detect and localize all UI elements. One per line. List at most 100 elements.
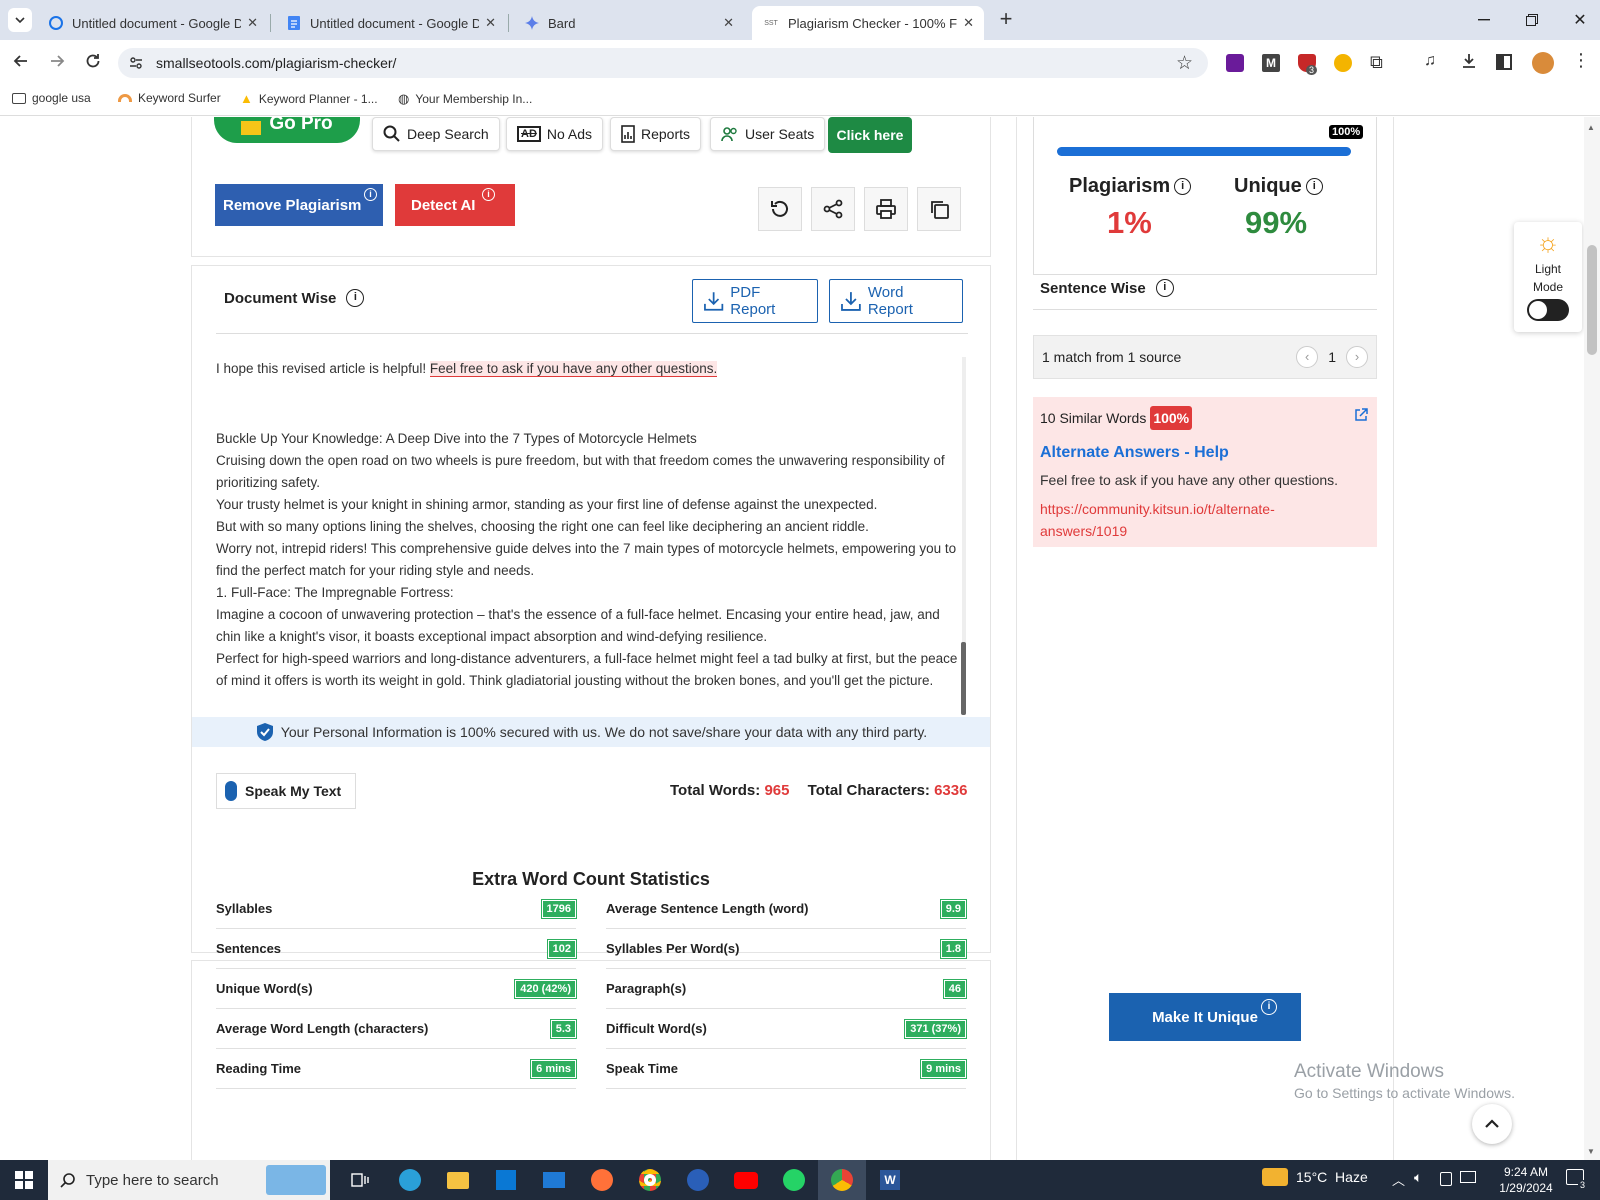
battery-icon[interactable] [1440,1172,1452,1186]
bookmark-label: Your Membership In... [415,92,533,106]
scroll-up-arrow-icon[interactable]: ▲ [1587,123,1595,132]
print-button[interactable] [864,187,908,231]
scroll-down-arrow-icon[interactable]: ▼ [1587,1147,1595,1156]
side-panel-icon[interactable] [1496,54,1512,70]
tab-title: Untitled document - Google Do [310,15,480,31]
remove-plagiarism-button[interactable]: Remove Plagiarism i [215,184,383,226]
reload-button[interactable] [84,52,106,74]
make-it-unique-button[interactable]: Make It Unique i [1109,993,1301,1041]
click-here-button[interactable]: Click here [828,117,912,153]
forward-button[interactable] [48,52,70,74]
deep-search-button[interactable]: Deep Search [372,117,500,151]
chevron-left-icon[interactable]: ‹ [1296,346,1319,368]
clock-date: 1/29/2024 [1499,1181,1553,1195]
minimize-button[interactable] [1472,8,1496,32]
external-link-icon[interactable] [1354,408,1368,427]
info-icon[interactable]: i [1305,178,1323,195]
youtube-icon[interactable] [722,1160,770,1200]
info-icon[interactable]: i [364,188,377,201]
stat-label: Syllables [216,901,273,916]
extension-m-icon[interactable]: M [1262,54,1280,72]
back-button[interactable] [12,52,34,74]
word-report-button[interactable]: Word Report [829,279,963,323]
tab-google-docs-1[interactable]: Untitled document - Google Do ✕ [38,6,268,40]
google-docs-icon [48,15,64,31]
close-icon[interactable]: ✕ [247,15,258,31]
bookmark-membership[interactable]: ◍ Your Membership In... [398,91,532,107]
info-icon[interactable]: i [346,289,365,307]
go-pro-button[interactable]: Go Pro [214,117,360,143]
extension-download-icon[interactable] [1334,54,1352,72]
feature-label: Deep Search [407,126,489,142]
task-view-icon[interactable] [336,1160,384,1200]
tab-google-docs-2[interactable]: Untitled document - Google Do ✕ [276,6,506,40]
edge-icon[interactable] [386,1160,434,1200]
pdf-report-button[interactable]: PDF Report [692,279,818,323]
paragraph: Imagine a cocoon of unwavering protectio… [216,607,940,644]
detect-ai-button[interactable]: Detect AI i [395,184,515,226]
taskbar-search-box[interactable]: Type here to search [48,1160,330,1200]
reset-button[interactable] [758,187,802,231]
teams-icon[interactable] [674,1160,722,1200]
highlighted-match[interactable]: Feel free to ask if you have any other q… [429,361,718,377]
reports-button[interactable]: Reports [610,117,702,151]
more-menu-icon[interactable]: ⋮ [1572,50,1590,71]
match-count-text: 1 match from 1 source [1042,349,1182,365]
copy-button[interactable] [917,187,961,231]
chrome-active-icon[interactable] [818,1160,866,1200]
site-settings-icon[interactable] [128,55,144,76]
file-explorer-icon[interactable] [434,1160,482,1200]
privacy-notice: Your Personal Information is 100% secure… [192,717,990,747]
paragraph: But with so many options lining the shel… [216,519,869,534]
chrome-icon[interactable] [626,1160,674,1200]
close-window-button[interactable]: ✕ [1568,8,1592,32]
info-icon[interactable]: i [482,188,495,201]
document-text-area[interactable]: I hope this revised article is helpful! … [216,358,964,712]
page-scrollbar-thumb[interactable] [1587,245,1597,355]
url-text[interactable]: smallseotools.com/plagiarism-checker/ [156,55,396,71]
chevron-right-icon[interactable]: › [1346,346,1368,368]
bookmark-star-icon[interactable]: ☆ [1176,52,1193,75]
scroll-to-top-button[interactable] [1472,1104,1512,1144]
stat-label: Speak Time [606,1061,679,1076]
close-icon[interactable]: ✕ [485,15,496,31]
speak-my-text-button[interactable]: Speak My Text [216,773,356,809]
whatsapp-icon[interactable] [770,1160,818,1200]
url-line: https://community.kitsun.io/t/alternate- [1040,501,1275,517]
network-icon[interactable] [1460,1171,1476,1183]
bookmark-google-usa[interactable]: google usa [12,91,91,105]
tray-chevron-up-icon[interactable]: ︿ [1392,1170,1405,1189]
tab-plagiarism-checker[interactable]: SST Plagiarism Checker - 100% Free ✕ [752,6,984,40]
source-title-link[interactable]: Alternate Answers - Help [1040,444,1229,462]
info-icon[interactable]: i [1174,178,1192,195]
text-scrollbar-thumb[interactable] [961,642,966,715]
microsoft-store-icon[interactable] [482,1160,530,1200]
user-seats-button[interactable]: User Seats [710,117,826,151]
mail-icon[interactable] [530,1160,578,1200]
weather-widget[interactable]: 15°C Haze [1262,1168,1368,1186]
volume-icon[interactable]: 🔈︎ [1414,1169,1422,1186]
close-icon[interactable]: ✕ [963,15,974,31]
no-ads-button[interactable]: AD No Ads [506,117,604,151]
word-icon[interactable]: W [866,1160,914,1200]
source-url-link[interactable]: https://community.kitsun.io/t/alternate-… [1040,498,1275,542]
downloads-icon[interactable] [1460,52,1478,75]
profile-avatar[interactable] [1532,52,1554,74]
info-icon[interactable]: i [1261,999,1277,1015]
media-control-icon[interactable]: ♫ [1424,52,1436,70]
tab-bard[interactable]: Bard ✕ [514,6,744,40]
bookmark-keyword-surfer[interactable]: Keyword Surfer [118,91,221,105]
info-icon[interactable]: i [1155,279,1174,297]
firefox-icon[interactable] [578,1160,626,1200]
restore-button[interactable] [1520,8,1544,32]
light-mode-toggle[interactable] [1527,299,1569,321]
clock[interactable]: 9:24 AM 1/29/2024 [1492,1164,1560,1196]
new-tab-button[interactable]: + [994,8,1018,32]
extension-icon-1[interactable] [1226,54,1244,72]
bookmark-keyword-planner[interactable]: ▲ Keyword Planner - 1... [240,91,378,106]
start-button[interactable] [0,1160,48,1200]
close-icon[interactable]: ✕ [723,15,734,31]
tab-search-button[interactable] [8,8,32,32]
share-button[interactable] [811,187,855,231]
extensions-puzzle-icon[interactable]: ⧉ [1370,52,1383,73]
